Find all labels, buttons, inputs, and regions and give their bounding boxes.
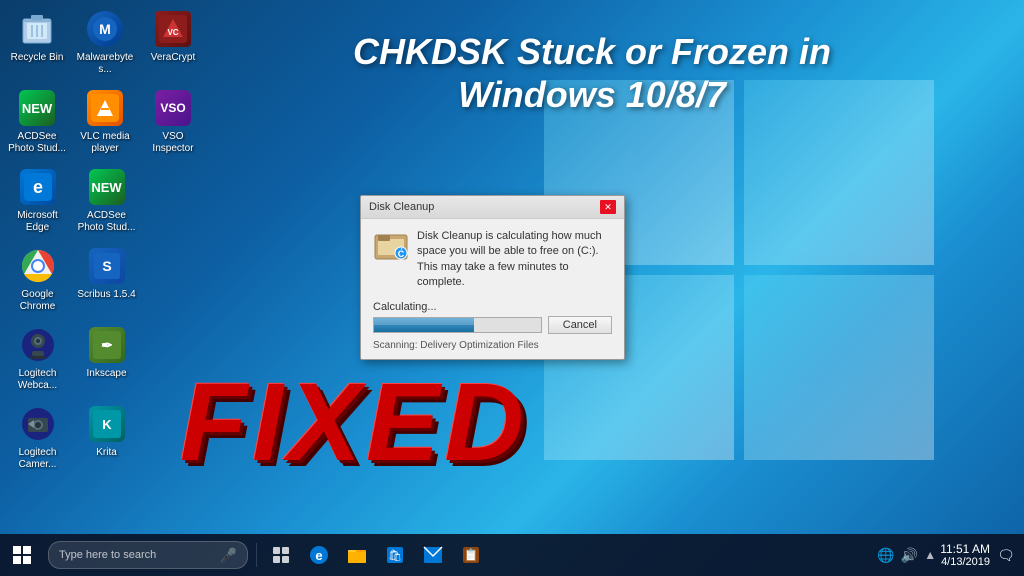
dialog-content-area: C Disk Cleanup is calculating how much s… [373, 229, 612, 291]
edge-label: MicrosoftEdge [17, 210, 58, 234]
svg-text:S: S [102, 258, 111, 274]
veracrypt-label: VeraCrypt [151, 52, 195, 64]
vso-label: VSOInspector [152, 131, 193, 155]
heading-line2: Windows 10/8/7 [200, 73, 984, 116]
taskbar-search[interactable]: Type here to search 🎤 [48, 541, 248, 569]
cancel-button[interactable]: Cancel [548, 316, 612, 334]
svg-text:📋: 📋 [464, 548, 479, 562]
svg-text:K: K [102, 417, 112, 432]
logitech-webcam-label: LogitechWebca... [18, 368, 57, 392]
desktop-icons-area: Recycle Bin M Malwarebytes... [5, 5, 205, 545]
fixed-label: FIXED [180, 359, 529, 486]
progress-bar-bg [373, 317, 542, 333]
scanning-label: Scanning: [373, 340, 417, 351]
taskbar-app5[interactable]: 📋 [453, 534, 489, 576]
malwarebytes-icon[interactable]: M Malwarebytes... [73, 5, 137, 80]
krita-label: Krita [96, 447, 117, 459]
malwarebytes-label: Malwarebytes... [75, 52, 135, 76]
vlc-icon[interactable]: VLC mediaplayer [73, 84, 137, 159]
taskbar-mail[interactable] [415, 534, 451, 576]
dialog-close-button[interactable]: ✕ [600, 200, 616, 214]
battery-icon: ▲ [924, 548, 936, 562]
taskbar-store[interactable]: 🛍 [377, 534, 413, 576]
system-tray-icons: 🌐 🔊 ▲ [877, 547, 936, 564]
scribus-label: Scribus 1.5.4 [77, 289, 135, 301]
desktop: CHKDSK Stuck or Frozen in Windows 10/8/7… [0, 0, 1024, 576]
dialog-message: Disk Cleanup is calculating how much spa… [417, 229, 612, 291]
scanning-text: Scanning: Delivery Optimization Files [373, 340, 612, 351]
progress-label: Calculating... [373, 301, 612, 313]
svg-text:VC: VC [167, 28, 178, 37]
system-clock[interactable]: 11:51 AM 4/13/2019 [940, 542, 990, 568]
taskbar-system-tray: 🌐 🔊 ▲ 11:51 AM 4/13/2019 🗨 [877, 534, 1024, 576]
dialog-titlebar: Disk Cleanup ✕ [361, 196, 624, 219]
heading-line1: CHKDSK Stuck or Frozen in [200, 30, 984, 73]
microphone-icon: 🎤 [220, 547, 237, 564]
taskbar-explorer[interactable] [339, 534, 375, 576]
disk-cleanup-dialog-icon: C [373, 229, 409, 265]
svg-text:🛍: 🛍 [388, 549, 402, 562]
logitech-camera-icon[interactable]: LogitechCamer... [5, 400, 70, 475]
taskbar-pinned-icons: e 🛍 [252, 534, 489, 576]
windows-start-icon [13, 546, 31, 564]
search-placeholder-text: Type here to search [59, 549, 220, 561]
progress-bar-fill [374, 318, 474, 332]
taskbar-edge[interactable]: e [301, 534, 337, 576]
article-heading: CHKDSK Stuck or Frozen in Windows 10/8/7 [200, 30, 984, 116]
acdsee-icon[interactable]: NEW ACDSeePhoto Stud... [5, 84, 69, 159]
acdsee2-label: ACDSeePhoto Stud... [78, 210, 136, 234]
scanning-item: Delivery Optimization Files [420, 340, 538, 351]
recycle-bin-icon[interactable]: Recycle Bin [5, 5, 69, 80]
recycle-bin-label: Recycle Bin [11, 52, 64, 64]
veracrypt-icon[interactable]: VC VeraCrypt [141, 5, 205, 80]
svg-text:e: e [315, 548, 322, 563]
notification-center-icon[interactable]: 🗨 [994, 534, 1018, 576]
svg-text:C: C [398, 249, 405, 259]
volume-icon: 🔊 [901, 547, 918, 564]
logitech-camera-label: LogitechCamer... [19, 447, 57, 471]
inkscape-icon[interactable]: ✒ Inkscape [74, 321, 139, 396]
dialog-title: Disk Cleanup [369, 201, 434, 213]
dialog-body: C Disk Cleanup is calculating how much s… [361, 219, 624, 359]
svg-text:e: e [32, 177, 42, 197]
google-chrome-icon[interactable]: GoogleChrome [5, 242, 70, 317]
start-button[interactable] [0, 534, 44, 576]
dialog-progress-section: Calculating... Cancel Scanning: Delivery… [373, 301, 612, 351]
logitech-webcam-icon[interactable]: LogitechWebca... [5, 321, 70, 396]
disk-cleanup-dialog: Disk Cleanup ✕ C Disk Cleanup is calcula… [360, 195, 625, 360]
microsoft-edge-icon[interactable]: e MicrosoftEdge [5, 163, 70, 238]
progress-bar-container: Cancel [373, 316, 612, 334]
taskbar: Type here to search 🎤 e [0, 534, 1024, 576]
acdsee2-icon[interactable]: NEW ACDSeePhoto Stud... [74, 163, 139, 238]
vlc-label: VLC mediaplayer [80, 131, 129, 155]
inkscape-label: Inkscape [86, 368, 126, 380]
scribus-icon[interactable]: S Scribus 1.5.4 [74, 242, 139, 317]
svg-text:M: M [99, 21, 111, 37]
krita-icon[interactable]: K Krita [74, 400, 139, 475]
clock-time: 11:51 AM [940, 542, 990, 556]
acdsee-label: ACDSeePhoto Stud... [8, 131, 66, 155]
taskbar-task-view[interactable] [263, 534, 299, 576]
chrome-label: GoogleChrome [20, 289, 56, 313]
taskbar-divider1 [256, 543, 257, 567]
vso-icon[interactable]: VSO VSOInspector [141, 84, 205, 159]
clock-date: 4/13/2019 [940, 556, 990, 568]
network-icon: 🌐 [877, 547, 894, 564]
svg-text:✒: ✒ [101, 337, 113, 353]
